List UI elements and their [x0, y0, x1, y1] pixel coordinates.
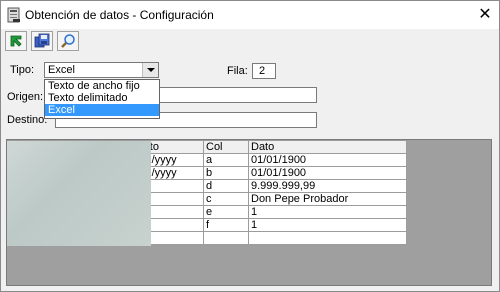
tipo-select[interactable]: Excel — [44, 62, 159, 78]
search-icon — [61, 34, 75, 48]
save-icon — [34, 33, 50, 48]
dropdown-option[interactable]: Texto delimitado — [45, 92, 159, 104]
table-cell[interactable]: 01/01/1900 — [248, 153, 407, 167]
table-cell[interactable]: 9.999.999,99 — [248, 179, 407, 193]
destino-label: Destino: — [7, 114, 48, 126]
close-button[interactable]: ✕ — [471, 1, 499, 29]
table-cell[interactable]: 1 — [248, 218, 407, 232]
table-cell[interactable]: Don Pepe Probador — [248, 192, 407, 206]
table-cell[interactable]: c — [203, 192, 249, 206]
table-cell[interactable]: b — [203, 166, 249, 180]
dropdown-option[interactable]: Texto de ancho fijo — [45, 80, 159, 92]
search-button[interactable] — [57, 31, 79, 51]
table-cell[interactable]: d — [203, 179, 249, 193]
tipo-dropdown-list: Texto de ancho fijo Texto delimitado Exc… — [44, 79, 160, 119]
fila-value: 2 — [259, 65, 266, 77]
window-title: Obtención de datos - Configuración — [25, 8, 214, 22]
blurred-region — [7, 141, 151, 246]
table-cell[interactable]: 1 — [248, 205, 407, 219]
dialog-window: Obtención de datos - Configuración ✕ Tip… — [0, 0, 500, 292]
tipo-selected-value: Excel — [48, 64, 75, 76]
app-icon — [7, 7, 20, 23]
accept-icon — [10, 35, 22, 47]
accept-button[interactable] — [5, 31, 27, 51]
dropdown-option-selected[interactable]: Excel — [45, 104, 159, 116]
save-button[interactable] — [31, 31, 53, 51]
table-cell[interactable]: e — [203, 205, 249, 219]
column-header[interactable]: Col — [203, 140, 249, 154]
table-cell[interactable]: f — [203, 218, 249, 232]
table-cell[interactable]: 01/01/1900 — [248, 166, 407, 180]
table-cell[interactable] — [203, 231, 249, 245]
table-cell[interactable] — [248, 231, 407, 245]
chevron-down-icon[interactable] — [142, 63, 158, 77]
origen-label: Origen: — [7, 91, 44, 103]
fila-label: Fila: — [227, 65, 248, 77]
tipo-label: Tipo: — [10, 64, 35, 76]
title-bar: Obtención de datos - Configuración ✕ — [1, 1, 499, 29]
fila-input[interactable]: 2 — [252, 63, 276, 79]
table-cell[interactable]: a — [203, 153, 249, 167]
column-header[interactable]: Dato — [248, 140, 407, 154]
